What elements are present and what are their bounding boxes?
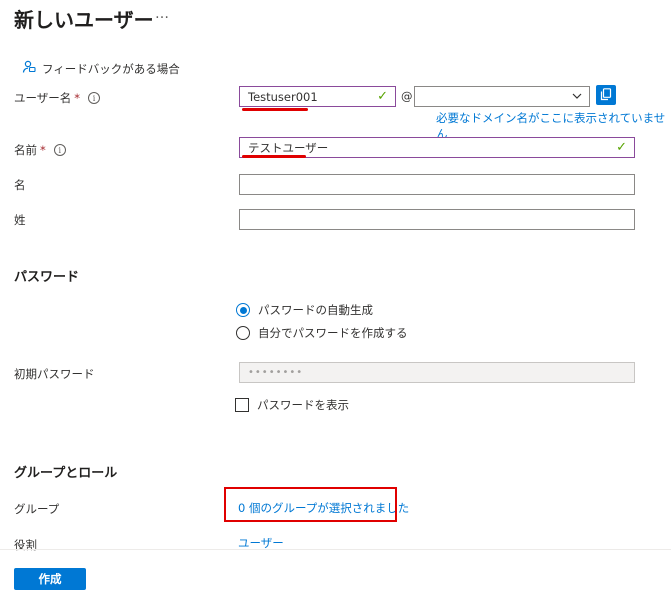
show-password-checkbox[interactable] (235, 398, 249, 412)
radio-auto-generate-label: パスワードの自動生成 (258, 303, 373, 317)
last-name-label: 姓 (14, 213, 26, 227)
required-marker: * (74, 91, 81, 105)
radio-button[interactable] (236, 303, 250, 317)
radio-create-own[interactable]: 自分でパスワードを作成する (236, 325, 408, 341)
feedback-person-icon (22, 60, 36, 77)
username-label-row: ユーザー名 * i (14, 90, 101, 106)
groups-roles-section-title: グループとロール (14, 466, 118, 481)
more-options-button[interactable]: … (155, 6, 170, 22)
name-value: テストユーザー (248, 140, 329, 155)
username-input[interactable]: Testuser001 ✓ (239, 86, 396, 107)
radio-auto-generate[interactable]: パスワードの自動生成 (236, 302, 373, 318)
username-label: ユーザー名 (14, 91, 72, 105)
first-name-input[interactable] (239, 174, 635, 195)
feedback-label: フィードバックがある場合 (42, 61, 180, 76)
checkmark-icon: ✓ (377, 89, 388, 104)
username-value: Testuser001 (248, 89, 318, 104)
feedback-link[interactable]: フィードバックがある場合 (22, 60, 180, 77)
info-icon[interactable]: i (53, 144, 66, 156)
annotation-underline (242, 108, 308, 111)
name-label: 名前 (14, 143, 37, 157)
page-title: 新しいユーザー (14, 8, 154, 32)
checkmark-icon: ✓ (616, 140, 627, 155)
annotation-highlight-box (224, 487, 397, 522)
copy-button[interactable] (596, 85, 616, 105)
group-label: グループ (14, 502, 60, 516)
show-password-checkbox-row[interactable]: パスワードを表示 (235, 397, 349, 413)
last-name-input[interactable] (239, 209, 635, 230)
domain-select[interactable] (414, 86, 590, 107)
first-name-label: 名 (14, 178, 26, 192)
initial-password-value: •••••••• (248, 367, 304, 378)
show-password-label: パスワードを表示 (257, 398, 349, 412)
radio-create-own-label: 自分でパスワードを作成する (258, 326, 408, 340)
info-icon[interactable]: i (88, 92, 101, 104)
role-label: 役割 (14, 538, 37, 552)
copy-icon (600, 86, 612, 105)
name-label-row: 名前 * i (14, 142, 66, 158)
radio-button[interactable] (236, 326, 250, 340)
at-sign: @ (401, 89, 413, 103)
create-button[interactable]: 作成 (14, 568, 86, 590)
chevron-down-icon (571, 90, 583, 105)
initial-password-label: 初期パスワード (14, 367, 95, 381)
password-section-title: パスワード (14, 270, 80, 285)
footer-divider (0, 549, 671, 550)
required-marker: * (40, 143, 46, 157)
initial-password-input: •••••••• (239, 362, 635, 383)
annotation-underline (242, 155, 306, 158)
